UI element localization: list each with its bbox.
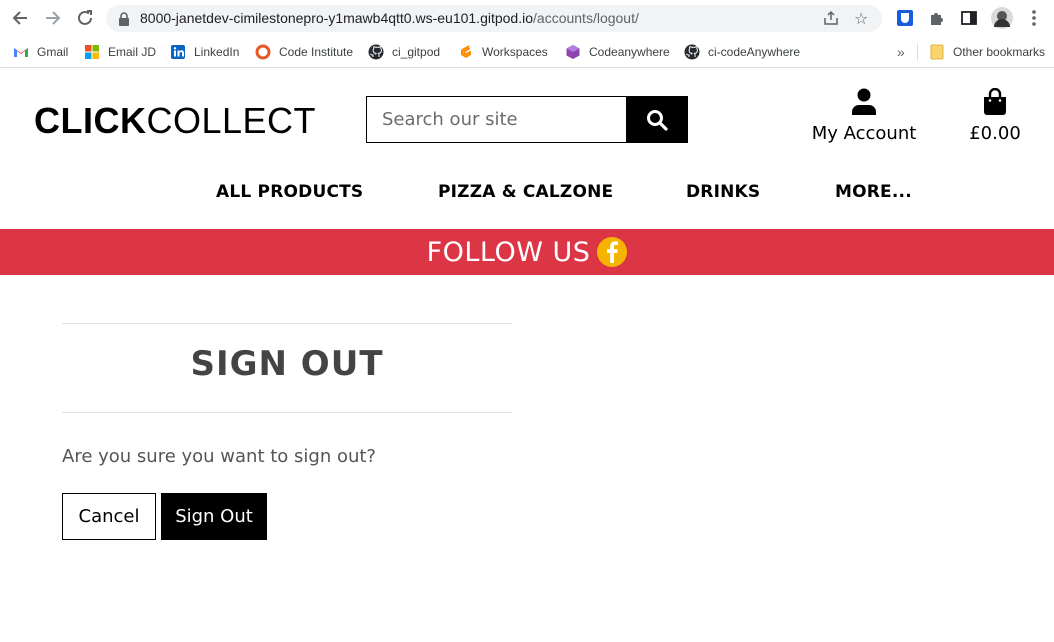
browser-menu-icon[interactable] <box>1023 7 1045 29</box>
address-bar[interactable]: 8000-janetdev-cimilestonepro-y1mawb4qtt0… <box>106 5 882 32</box>
main-nav: ALL PRODUCTS PIZZA & CALZONE DRINKS MORE… <box>0 182 1054 208</box>
shopping-bag-icon <box>984 87 1006 115</box>
bookmarks-overflow-button[interactable]: » <box>897 42 905 62</box>
gitpod-icon <box>461 45 471 58</box>
bookmark-label: Gmail <box>37 45 69 59</box>
bookmark-label: ci-codeAnywhere <box>708 45 801 59</box>
bookmark-ci-gitpod[interactable]: ci_gitpod <box>368 42 440 62</box>
nav-more[interactable]: MORE... <box>835 182 912 202</box>
reload-button[interactable] <box>73 6 97 30</box>
url-path: /accounts/logout/ <box>533 10 639 26</box>
microsoft-icon <box>85 45 99 59</box>
nav-pizza-calzone[interactable]: PIZZA & CALZONE <box>438 182 613 202</box>
bookmark-label: ci_gitpod <box>392 45 441 59</box>
share-icon[interactable] <box>823 10 841 26</box>
linkedin-icon <box>171 45 185 59</box>
shopping-bag-link[interactable]: £0.00 <box>966 87 1024 144</box>
cancel-button[interactable]: Cancel <box>62 493 156 540</box>
follow-us-text: FOLLOW US <box>426 236 591 268</box>
url-text: 8000-janetdev-cimilestonepro-y1mawb4qtt0… <box>140 10 639 26</box>
bookmark-star-icon[interactable]: ☆ <box>854 9 868 28</box>
forward-button[interactable] <box>41 6 65 30</box>
site-logo[interactable]: CLICKCOLLECT <box>34 100 316 142</box>
folder-icon <box>930 44 944 60</box>
other-bookmarks-label: Other bookmarks <box>953 45 1046 59</box>
bookmark-workspaces[interactable]: Workspaces <box>458 42 548 62</box>
bookmark-label: Email JD <box>108 45 157 59</box>
nav-drinks[interactable]: DRINKS <box>686 182 760 202</box>
logo-light-text: COLLECT <box>146 100 317 141</box>
bookmark-ci-codeanywhere[interactable]: ci-codeAnywhere <box>684 42 800 62</box>
sign-out-button[interactable]: Sign Out <box>161 493 267 540</box>
profile-avatar[interactable] <box>991 7 1013 29</box>
side-panel-icon[interactable] <box>958 7 980 29</box>
gmail-icon <box>14 48 28 57</box>
divider-top <box>62 323 512 324</box>
forward-arrow-icon <box>46 11 61 25</box>
search-input[interactable] <box>366 96 627 143</box>
bookmark-label: LinkedIn <box>194 45 240 59</box>
bookmark-email-jd[interactable]: Email JD <box>84 42 156 62</box>
back-button[interactable] <box>8 6 32 30</box>
facebook-icon <box>597 237 628 267</box>
bookmark-label: Codeanywhere <box>589 45 670 59</box>
url-host: 8000-janetdev-cimilestonepro-y1mawb4qtt0… <box>140 10 534 26</box>
search-button[interactable] <box>626 96 688 143</box>
bookmark-label: Workspaces <box>482 45 548 59</box>
bookmark-code-institute[interactable]: Code Institute <box>255 42 353 62</box>
bag-total: £0.00 <box>969 123 1021 144</box>
signout-question: Are you sure you want to sign out? <box>62 446 376 467</box>
user-icon <box>852 88 876 115</box>
browser-toolbar: 8000-janetdev-cimilestonepro-y1mawb4qtt0… <box>0 0 1054 36</box>
back-arrow-icon <box>12 11 27 25</box>
github-icon <box>684 44 700 60</box>
bookmark-gmail[interactable]: Gmail <box>13 42 68 62</box>
bookmark-codeanywhere[interactable]: Codeanywhere <box>565 42 670 62</box>
bookmark-linkedin[interactable]: LinkedIn <box>170 42 239 62</box>
logo-bold-text: CLICK <box>34 100 147 141</box>
follow-us-banner[interactable]: FOLLOW US <box>0 229 1054 275</box>
bookmarks-divider <box>917 44 918 61</box>
lock-icon <box>119 12 129 26</box>
code-institute-icon <box>255 44 271 60</box>
bookmark-label: Code Institute <box>279 45 354 59</box>
extensions-puzzle-icon[interactable] <box>926 7 948 29</box>
page-title: SIGN OUT <box>190 344 384 384</box>
bookmarks-bar: Gmail Email JD LinkedIn Code Institute c… <box>0 36 1054 68</box>
divider-bottom <box>62 412 512 413</box>
github-icon <box>368 44 384 60</box>
my-account-menu[interactable]: My Account <box>806 88 922 144</box>
my-account-label: My Account <box>811 123 917 144</box>
search-form <box>366 96 688 143</box>
nav-all-products[interactable]: ALL PRODUCTS <box>216 182 363 202</box>
search-icon <box>647 109 668 131</box>
codeanywhere-icon <box>566 45 580 59</box>
extension-bitwarden-icon[interactable] <box>894 7 916 29</box>
other-bookmarks-folder[interactable]: Other bookmarks <box>929 42 1045 62</box>
reload-icon <box>78 10 92 25</box>
